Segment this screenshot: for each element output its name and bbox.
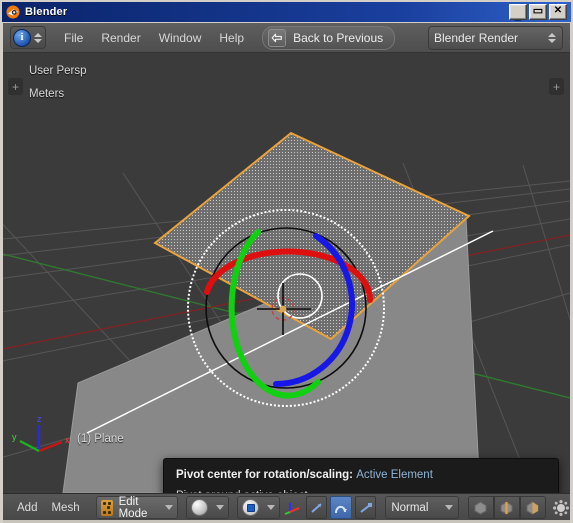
pivot-tooltip: Pivot center for rotation/scaling: Activ… bbox=[163, 458, 559, 493]
solid-shading-icon bbox=[191, 499, 209, 516]
back-arrow-icon bbox=[268, 28, 287, 47]
transform-orientation-label: Normal bbox=[391, 501, 429, 514]
blender-window: Blender _ ▭ ✕ i File Render Window Help … bbox=[0, 0, 573, 523]
shading-selector[interactable] bbox=[186, 496, 230, 519]
mode-label: Edit Mode bbox=[118, 495, 148, 520]
viewport-units-label: Meters bbox=[29, 88, 65, 100]
chevron-down-icon bbox=[165, 505, 174, 510]
back-to-previous-button[interactable]: Back to Previous bbox=[262, 25, 396, 50]
maximize-button[interactable]: ▭ bbox=[529, 4, 547, 20]
svg-text:x: x bbox=[65, 435, 70, 445]
transform-orientation-selector[interactable]: Normal bbox=[385, 496, 459, 519]
rotate-manipulator-icon[interactable] bbox=[330, 496, 352, 519]
viewport-header-bar: Add Mesh Edit Mode Normal bbox=[3, 493, 570, 521]
edit-mode-icon bbox=[100, 499, 113, 516]
manipulator-toggle-icon[interactable] bbox=[283, 497, 302, 518]
tooltip-title-label: Pivot center for rotation/scaling: bbox=[176, 469, 353, 481]
scale-manipulator-icon[interactable] bbox=[354, 496, 377, 519]
translate-manipulator-icon[interactable] bbox=[305, 496, 328, 519]
edge-select-icon[interactable] bbox=[493, 496, 520, 519]
menu-render[interactable]: Render bbox=[101, 31, 140, 45]
face-select-icon[interactable] bbox=[519, 496, 546, 519]
pivot-selector[interactable] bbox=[237, 496, 281, 519]
updown-arrows-icon bbox=[34, 32, 42, 43]
svg-text:y: y bbox=[12, 432, 17, 442]
menu-help[interactable]: Help bbox=[219, 31, 244, 45]
vertex-select-icon[interactable] bbox=[467, 496, 494, 519]
tooltip-title-value: Active Element bbox=[356, 469, 433, 481]
mode-selector[interactable]: Edit Mode bbox=[95, 495, 179, 520]
chevron-down-icon bbox=[444, 505, 453, 510]
window-controls: _ ▭ ✕ bbox=[509, 4, 567, 21]
3d-viewport[interactable]: z x y User Persp Meters (1) Plane + + Pi… bbox=[3, 53, 570, 493]
title-bar: Blender _ ▭ ✕ bbox=[2, 2, 571, 22]
tooltip-title: Pivot center for rotation/scaling: Activ… bbox=[176, 469, 546, 481]
window-title: Blender bbox=[25, 6, 68, 18]
mesh-select-mode-group bbox=[467, 496, 546, 519]
blender-logo-icon bbox=[6, 5, 20, 19]
proportional-editing-icon[interactable] bbox=[552, 497, 570, 518]
info-editor-icon: i bbox=[13, 28, 31, 47]
updown-arrows-icon bbox=[548, 32, 556, 43]
top-menu-bar: i File Render Window Help Back to Previo… bbox=[3, 23, 570, 53]
viewport-object-name: (1) Plane bbox=[77, 433, 124, 445]
bottom-menu-mesh[interactable]: Mesh bbox=[51, 502, 79, 514]
toolshelf-toggle-icon[interactable]: + bbox=[8, 78, 23, 95]
viewport-perspective-label: User Persp bbox=[29, 65, 87, 77]
bottom-menu-add[interactable]: Add bbox=[17, 502, 37, 514]
chevron-down-icon bbox=[267, 505, 276, 510]
svg-text:z: z bbox=[37, 414, 42, 424]
editor-type-selector[interactable]: i bbox=[10, 26, 46, 49]
close-button[interactable]: ✕ bbox=[549, 4, 567, 20]
active-element-pivot-icon bbox=[242, 499, 260, 516]
render-engine-selector[interactable]: Blender Render bbox=[428, 25, 563, 50]
minimize-button[interactable]: _ bbox=[509, 4, 527, 21]
render-engine-label: Blender Render bbox=[434, 30, 519, 45]
menu-window[interactable]: Window bbox=[159, 31, 202, 45]
chevron-down-icon bbox=[216, 505, 225, 510]
menu-file[interactable]: File bbox=[64, 31, 83, 45]
properties-panel-toggle-icon[interactable]: + bbox=[549, 78, 564, 95]
back-to-previous-label: Back to Previous bbox=[293, 30, 384, 45]
viewport-scene: z x y bbox=[3, 53, 570, 493]
